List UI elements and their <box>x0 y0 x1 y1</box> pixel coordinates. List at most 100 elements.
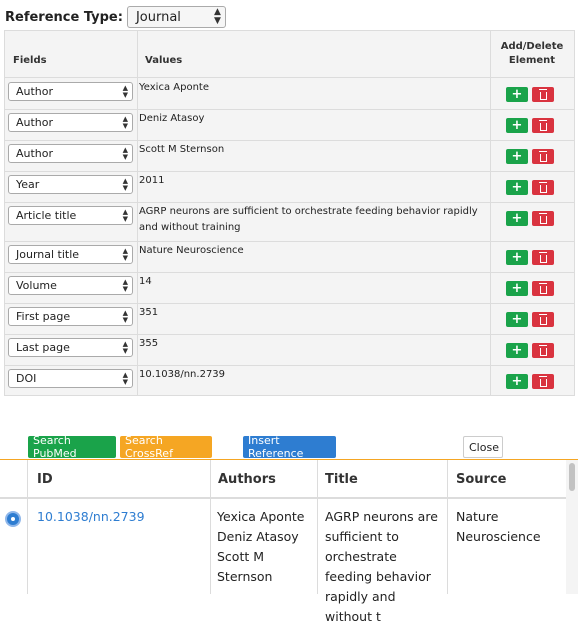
field-type-value: First page <box>16 310 71 323</box>
field-type-select[interactable]: Year ▲ ▼ <box>8 175 133 194</box>
chevron-updown-icon: ▲ ▼ <box>122 308 128 324</box>
field-type-select[interactable]: Author ▲ ▼ <box>8 82 133 101</box>
delete-element-button[interactable] <box>532 118 554 133</box>
insert-reference-button[interactable]: Insert Reference <box>243 434 336 460</box>
trash-icon <box>538 181 547 193</box>
field-type-select[interactable]: Volume ▲ ▼ <box>8 276 133 295</box>
search-pubmed-button[interactable]: Search PubMed <box>28 434 116 460</box>
field-type-select[interactable]: Journal title ▲ ▼ <box>8 245 133 264</box>
field-row: Author ▲ ▼ Yexica Aponte + <box>5 78 574 109</box>
trash-icon <box>538 344 547 356</box>
results-header-title: Title <box>325 472 358 487</box>
add-element-button[interactable]: + <box>506 312 528 327</box>
chevron-updown-icon: ▲ ▼ <box>122 114 128 130</box>
delete-element-button[interactable] <box>532 250 554 265</box>
field-type-value: Volume <box>16 279 57 292</box>
radio-selected-icon[interactable] <box>5 511 21 527</box>
plus-icon: + <box>511 250 523 265</box>
delete-element-button[interactable] <box>532 211 554 226</box>
action-bar: Search PubMed Search CrossRef Insert Ref… <box>0 434 578 460</box>
field-type-value: Author <box>16 85 54 98</box>
add-element-button[interactable]: + <box>506 118 528 133</box>
field-type-value: DOI <box>16 372 37 385</box>
add-element-button[interactable]: + <box>506 250 528 265</box>
field-type-value: Year <box>16 178 40 191</box>
chevron-updown-icon: ▲ ▼ <box>122 83 128 99</box>
header-fields: Fields <box>13 55 47 66</box>
field-type-select[interactable]: Last page ▲ ▼ <box>8 338 133 357</box>
chevron-updown-icon: ▲ ▼ <box>122 370 128 386</box>
field-row: First page ▲ ▼ 351 + <box>5 303 574 334</box>
search-crossref-button[interactable]: Search CrossRef <box>120 434 212 460</box>
plus-icon: + <box>511 281 523 296</box>
field-value[interactable]: Scott M Sternson <box>139 142 489 158</box>
add-element-button[interactable]: + <box>506 211 528 226</box>
field-value[interactable]: 2011 <box>139 173 489 189</box>
plus-icon: + <box>511 343 523 358</box>
column-divider <box>210 460 211 594</box>
chevron-updown-icon: ▲ ▼ <box>122 145 128 161</box>
field-value[interactable]: Yexica Aponte <box>139 80 489 96</box>
plus-icon: + <box>511 312 523 327</box>
chevron-updown-icon: ▲ ▼ <box>214 7 221 26</box>
result-id-link[interactable]: 10.1038/nn.2739 <box>37 507 145 527</box>
field-row: Author ▲ ▼ Deniz Atasoy + <box>5 109 574 140</box>
reference-type-select[interactable]: Journal ▲ ▼ <box>126 6 226 28</box>
plus-icon: + <box>511 211 523 226</box>
field-type-value: Last page <box>16 341 70 354</box>
field-type-select[interactable]: First page ▲ ▼ <box>8 307 133 326</box>
result-title: AGRP neurons are sufficient to orchestra… <box>325 509 438 624</box>
reference-type-label: Reference Type: <box>5 9 123 25</box>
delete-element-button[interactable] <box>532 149 554 164</box>
add-element-button[interactable]: + <box>506 343 528 358</box>
field-type-select[interactable]: Article title ▲ ▼ <box>8 206 133 225</box>
column-divider <box>27 460 28 594</box>
field-row: Year ▲ ▼ 2011 + <box>5 171 574 202</box>
delete-element-button[interactable] <box>532 374 554 389</box>
add-element-button[interactable]: + <box>506 374 528 389</box>
field-value[interactable]: 10.1038/nn.2739 <box>139 367 489 383</box>
results-scrollbar-thumb[interactable] <box>569 463 575 491</box>
delete-element-button[interactable] <box>532 281 554 296</box>
delete-element-button[interactable] <box>532 343 554 358</box>
field-type-value: Article title <box>16 209 77 222</box>
trash-icon <box>538 119 547 131</box>
results-header-authors: Authors <box>218 472 276 487</box>
fields-table: Fields Values Add/Delete Element Author ▲… <box>4 30 575 396</box>
field-value[interactable]: AGRP neurons are sufficient to orchestra… <box>139 204 489 236</box>
plus-icon: + <box>511 180 523 195</box>
trash-icon <box>538 313 547 325</box>
header-values: Values <box>145 55 183 66</box>
field-value[interactable]: 351 <box>139 305 489 321</box>
reference-type-bar: Reference Type: Journal ▲ ▼ <box>5 6 226 28</box>
delete-element-button[interactable] <box>532 312 554 327</box>
column-divider <box>317 460 318 594</box>
add-element-button[interactable]: + <box>506 87 528 102</box>
field-type-select[interactable]: Author ▲ ▼ <box>8 113 133 132</box>
field-value[interactable]: Nature Neuroscience <box>139 243 489 259</box>
add-element-button[interactable]: + <box>506 281 528 296</box>
field-type-value: Author <box>16 116 54 129</box>
trash-icon <box>538 88 547 100</box>
delete-element-button[interactable] <box>532 87 554 102</box>
field-row: Author ▲ ▼ Scott M Sternson + <box>5 140 574 171</box>
trash-icon <box>538 212 547 224</box>
field-type-select[interactable]: Author ▲ ▼ <box>8 144 133 163</box>
results-table: ID Authors Title Source 10.1038/nn.2739 … <box>0 460 578 624</box>
field-value[interactable]: 14 <box>139 274 489 290</box>
column-divider <box>447 460 448 594</box>
add-element-button[interactable]: + <box>506 180 528 195</box>
field-row: Last page ▲ ▼ 355 + <box>5 334 574 365</box>
delete-element-button[interactable] <box>532 180 554 195</box>
result-source: Nature Neuroscience <box>456 509 541 544</box>
results-header-source: Source <box>456 472 507 487</box>
chevron-updown-icon: ▲ ▼ <box>122 277 128 293</box>
field-value[interactable]: 355 <box>139 336 489 352</box>
field-type-select[interactable]: DOI ▲ ▼ <box>8 369 133 388</box>
field-row: Article title ▲ ▼ AGRP neurons are sufficie… <box>5 202 574 241</box>
close-button[interactable]: Close <box>463 436 503 458</box>
field-value[interactable]: Deniz Atasoy <box>139 111 489 127</box>
add-element-button[interactable]: + <box>506 149 528 164</box>
field-type-value: Journal title <box>16 248 80 261</box>
field-type-value: Author <box>16 147 54 160</box>
